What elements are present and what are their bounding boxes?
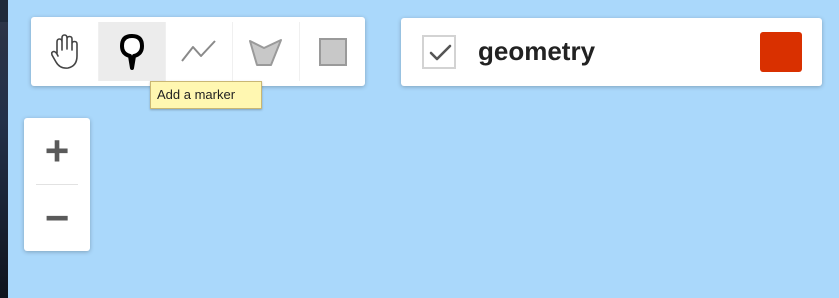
rectangle-icon [317,36,349,68]
polygon-tool-button[interactable] [232,22,299,81]
zoom-control: + − [24,118,90,251]
rectangle-tool-button[interactable] [299,22,366,81]
layer-panel: geometry [401,18,822,86]
tool-tooltip: Add a marker [150,81,262,109]
zoom-in-button[interactable]: + [24,118,90,184]
marker-pin-icon [119,33,145,70]
pan-tool-button[interactable] [31,22,98,81]
polyline-icon [179,37,219,67]
drawing-toolbar [31,17,365,86]
hand-icon [48,33,82,71]
minus-icon: − [44,194,70,241]
polygon-icon [246,35,286,69]
plus-icon: + [44,127,70,174]
zoom-out-button[interactable]: − [24,185,90,251]
layer-name: geometry [478,36,596,66]
line-tool-button[interactable] [165,22,232,81]
layer-visibility-checkbox[interactable] [422,35,456,69]
marker-tool-button[interactable] [98,22,165,81]
layer-color-swatch[interactable] [760,32,802,72]
